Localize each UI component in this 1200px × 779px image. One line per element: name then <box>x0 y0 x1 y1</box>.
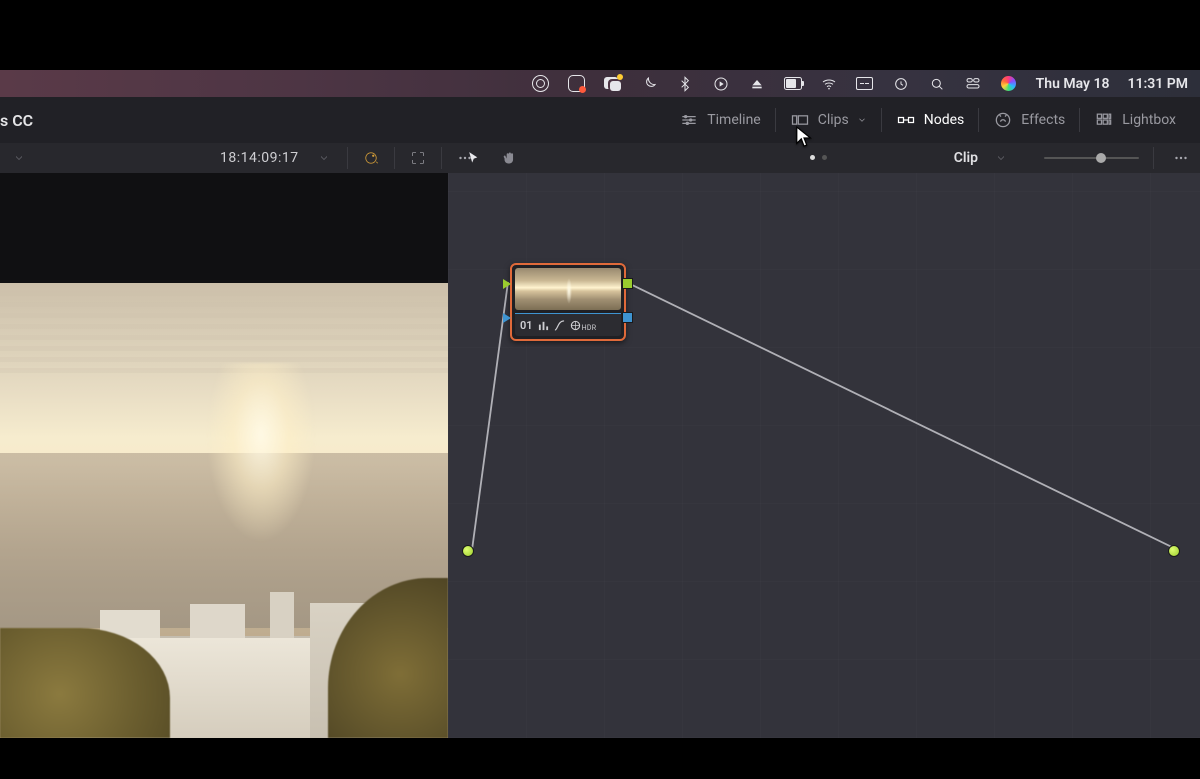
panel-tabs: Timeline Clips Nodes Effects Lightbox <box>665 97 1190 143</box>
menubar-time[interactable]: 11:31 PM <box>1127 76 1188 92</box>
nodes-tab[interactable]: Nodes <box>882 97 979 143</box>
expand-icon[interactable] <box>405 145 431 171</box>
chevron-down-icon <box>857 110 867 130</box>
node-graph-panel[interactable]: 01 HDR <box>448 173 1200 738</box>
page-indicator[interactable] <box>810 155 827 160</box>
node-rgb-input-icon[interactable] <box>503 279 511 289</box>
node-alpha-output-icon[interactable] <box>622 312 633 323</box>
viewer-letterbox <box>0 173 448 283</box>
obs-icon[interactable] <box>532 75 550 93</box>
timeline-tab[interactable]: Timeline <box>665 97 774 143</box>
lightbox-icon <box>1094 110 1114 130</box>
page-dot <box>822 155 827 160</box>
effects-label: Effects <box>1021 112 1065 128</box>
chevron-down-icon[interactable] <box>988 145 1014 171</box>
control-center-icon[interactable] <box>964 75 982 93</box>
siri-icon[interactable] <box>1000 75 1018 93</box>
more-options-icon[interactable] <box>1168 145 1194 171</box>
scopes-icon <box>538 320 549 331</box>
timeline-label: Timeline <box>707 112 760 128</box>
clock-icon[interactable] <box>892 75 910 93</box>
clips-label: Clips <box>818 112 849 128</box>
sub-toolbar: 18:14:09:17 Clip <box>0 143 1200 174</box>
node-alpha-input-icon[interactable] <box>503 313 511 323</box>
viewer-panel <box>0 173 448 738</box>
page-dot-active <box>810 155 815 160</box>
node-cursor-tools <box>460 143 522 173</box>
node-connections <box>448 173 1200 738</box>
chevron-down-icon[interactable] <box>311 145 337 171</box>
graph-source-port[interactable] <box>462 545 474 557</box>
node-footer: 01 HDR <box>515 313 621 336</box>
title-bar: s CC Timeline Clips Nodes Effects <box>0 97 1200 144</box>
node-mode-label[interactable]: Clip <box>954 150 978 166</box>
node-thumbnail <box>515 268 621 310</box>
curves-icon <box>554 320 565 331</box>
battery-icon[interactable] <box>784 75 802 93</box>
effects-icon <box>993 110 1013 130</box>
clips-icon <box>790 110 810 130</box>
spotlight-icon[interactable] <box>928 75 946 93</box>
viewer-clouds <box>0 283 448 373</box>
timecode-display[interactable]: 18:14:09:17 <box>214 150 305 166</box>
corrector-node-01[interactable]: 01 HDR <box>510 263 626 341</box>
node-hdr-badge: HDR <box>582 324 597 332</box>
notifications-icon[interactable] <box>604 75 622 93</box>
graph-output-port[interactable] <box>1168 545 1180 557</box>
color-wheel-icon <box>570 320 581 331</box>
project-title: s CC <box>0 97 33 143</box>
nodes-label: Nodes <box>924 112 965 128</box>
now-playing-icon[interactable] <box>712 75 730 93</box>
timeline-icon <box>679 110 699 130</box>
letterbox-bottom <box>0 738 1200 779</box>
chevron-down-icon[interactable] <box>6 145 32 171</box>
resolve-window: s CC Timeline Clips Nodes Effects <box>0 97 1200 738</box>
lightbox-tab[interactable]: Lightbox <box>1080 97 1190 143</box>
eject-icon[interactable] <box>748 75 766 93</box>
node-rgb-output-icon[interactable] <box>622 278 633 289</box>
separator <box>394 147 395 169</box>
do-not-disturb-icon[interactable] <box>640 75 658 93</box>
keyboard-input-icon[interactable] <box>856 75 874 93</box>
nodes-icon <box>896 110 916 130</box>
viewer-sun-glare <box>206 363 316 543</box>
node-number: 01 <box>520 319 533 332</box>
menubar-date[interactable]: Thu May 18 <box>1036 76 1110 92</box>
zoom-slider-thumb[interactable] <box>1096 153 1106 163</box>
viewer-image[interactable] <box>0 283 448 738</box>
bluetooth-icon[interactable] <box>676 75 694 93</box>
node-panel-toolbar: Clip <box>954 143 1200 173</box>
lightbox-label: Lightbox <box>1122 112 1176 128</box>
zoom-slider[interactable] <box>1044 157 1139 159</box>
letterbox-top <box>0 0 1200 70</box>
wifi-icon[interactable] <box>820 75 838 93</box>
effects-tab[interactable]: Effects <box>979 97 1079 143</box>
pointer-tool-icon[interactable] <box>460 145 486 171</box>
image-wipe-icon[interactable] <box>358 145 384 171</box>
screenshot-icon[interactable] <box>568 75 586 93</box>
separator <box>1153 147 1154 169</box>
separator <box>347 147 348 169</box>
separator <box>441 147 442 169</box>
hand-tool-icon[interactable] <box>496 145 522 171</box>
macos-menubar: Thu May 18 11:31 PM <box>0 70 1200 97</box>
viewer-toolbar: 18:14:09:17 <box>0 143 478 173</box>
clips-tab[interactable]: Clips <box>776 97 881 143</box>
